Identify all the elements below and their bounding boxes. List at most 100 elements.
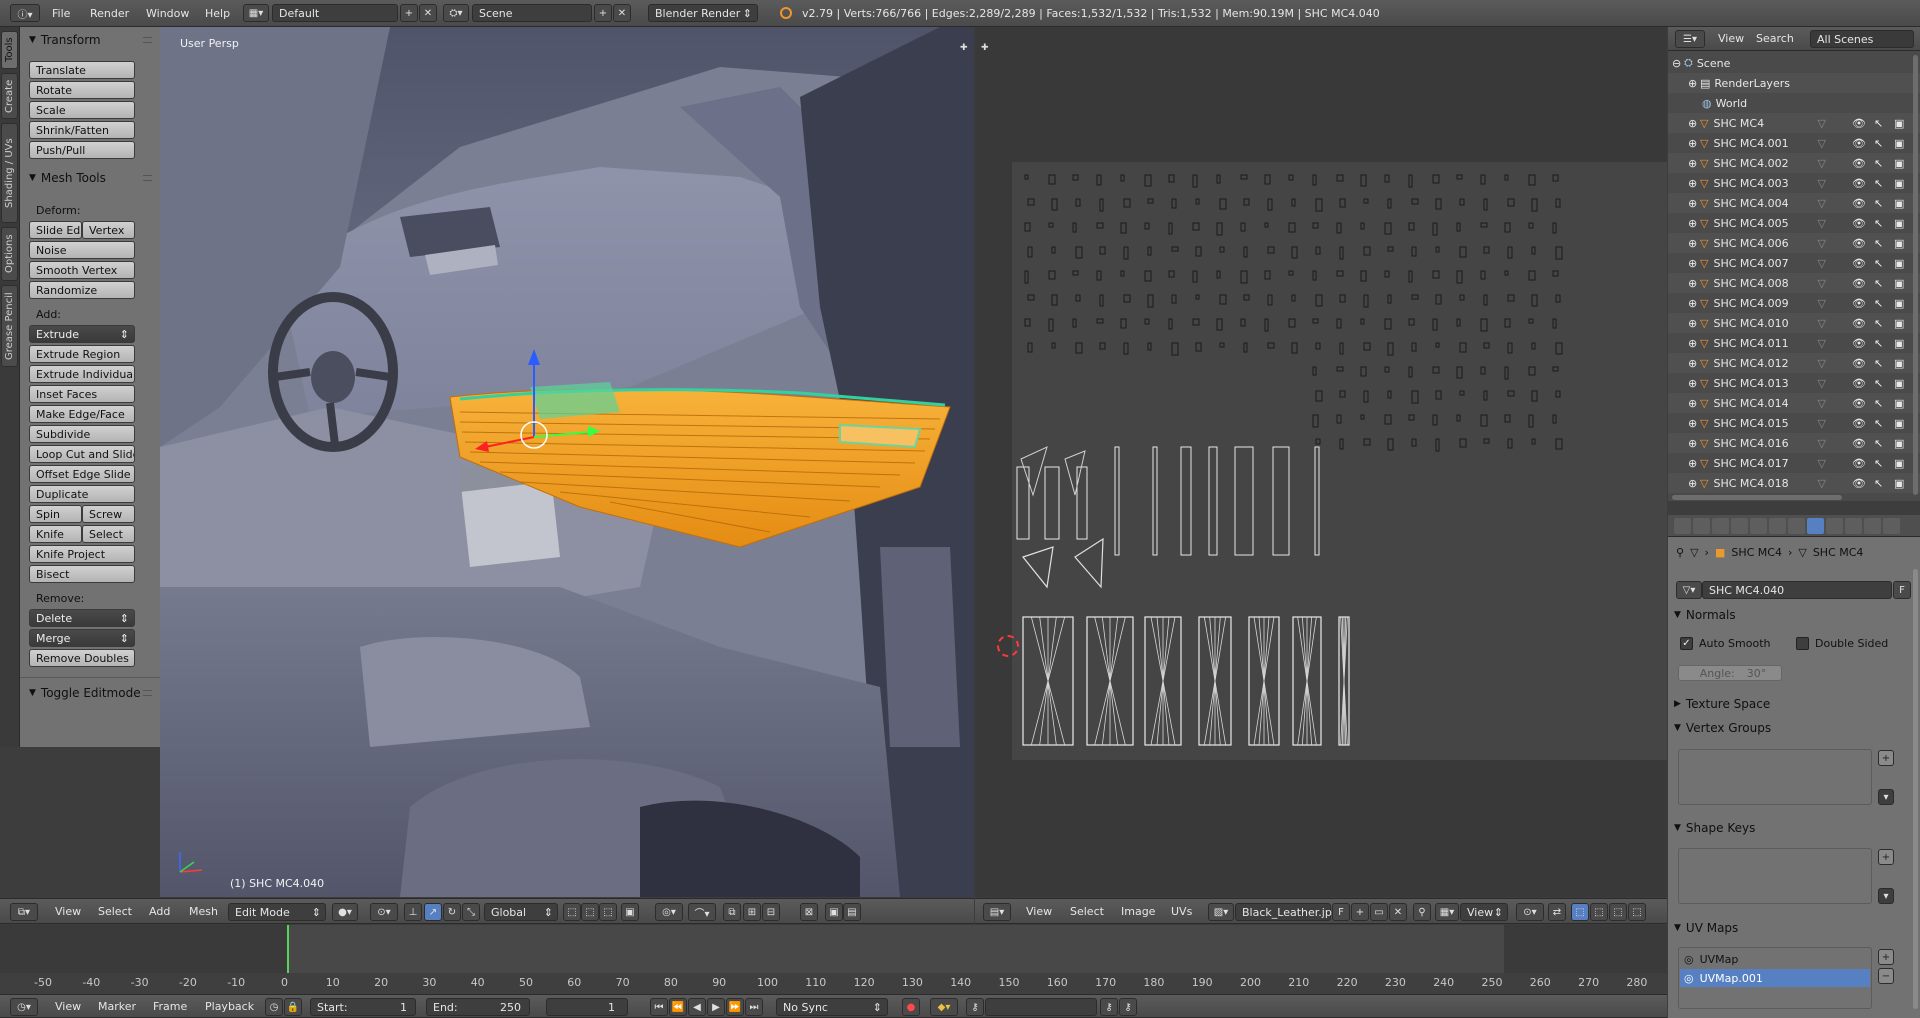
3d-viewport[interactable]: User Persp (1) SHC MC4.040 ✚ xyxy=(160,27,974,897)
vertex-select-icon[interactable]: ⬚ xyxy=(563,903,581,921)
visibility-eye-icon[interactable]: 👁 xyxy=(1852,297,1866,310)
uv-vertex-select-icon[interactable]: ⬚ xyxy=(1571,903,1589,921)
menu-file[interactable]: File xyxy=(52,0,70,26)
renderability-camera-icon[interactable]: ▣ xyxy=(1894,257,1904,270)
selectability-cursor-icon[interactable]: ↖ xyxy=(1874,177,1883,190)
falloff-icon[interactable]: ⌒▾ xyxy=(688,903,716,921)
expand-icon[interactable]: ⊕ xyxy=(1688,277,1700,290)
timeline-menu-view[interactable]: View xyxy=(55,995,81,1017)
tab-grease-pencil[interactable]: Grease Pencil xyxy=(1,285,18,367)
view3d-menu-view[interactable]: View xyxy=(55,899,81,923)
jump-next-keyframe-icon[interactable]: ⏩ xyxy=(726,998,744,1016)
vertex-group-menu-icon[interactable]: ▾ xyxy=(1878,789,1894,805)
expand-icon[interactable]: ⊕ xyxy=(1688,177,1700,190)
texture-space-header[interactable]: ▶ Texture Space xyxy=(1674,694,1906,714)
delete-keyframe-icon[interactable]: ⚷ xyxy=(1119,998,1137,1016)
extrude-individual-button[interactable]: Extrude Individual xyxy=(29,365,135,383)
occlude-geometry-icon[interactable]: ▣ xyxy=(621,903,639,921)
extrude-menu[interactable]: Extrude ⇕ xyxy=(29,325,135,343)
tab-options[interactable]: Options xyxy=(1,227,18,281)
uv-image-editor[interactable]: ✚ xyxy=(975,27,1667,897)
uv-menu-view[interactable]: View xyxy=(1026,899,1052,923)
panel-transform-header[interactable]: ▼ Transform xyxy=(20,30,160,50)
visibility-eye-icon[interactable]: 👁 xyxy=(1852,417,1866,430)
knife-project-button[interactable]: Knife Project xyxy=(29,545,135,563)
expand-icon[interactable]: ⊕ xyxy=(1688,257,1700,270)
outliner-object-row[interactable]: ⊕ ▽ SHC MC4.013 ▽ 👁 ↖ ▣ xyxy=(1668,373,1920,393)
visibility-eye-icon[interactable]: 👁 xyxy=(1852,277,1866,290)
expand-icon[interactable]: ⊕ xyxy=(1688,397,1700,410)
outliner-object-row[interactable]: ⊕ ▽ SHC MC4.016 ▽ 👁 ↖ ▣ xyxy=(1668,433,1920,453)
outliner-vscrollbar[interactable] xyxy=(1913,55,1918,495)
selectability-cursor-icon[interactable]: ↖ xyxy=(1874,137,1883,150)
breadcrumb-mesh[interactable]: SHC MC4 xyxy=(1813,546,1864,559)
texture-tab-icon[interactable] xyxy=(1845,518,1862,534)
uv-editor-type-icon[interactable]: ▤▾ xyxy=(983,903,1011,921)
delete-menu[interactable]: Delete ⇕ xyxy=(29,609,135,627)
vertex-groups-header[interactable]: ▼ Vertex Groups xyxy=(1674,718,1906,738)
remove-layout-icon[interactable]: ✕ xyxy=(419,4,437,22)
proportional-edit-icon[interactable]: ◎▾ xyxy=(655,903,683,921)
add-shape-key-icon[interactable]: + xyxy=(1878,849,1894,865)
noise-button[interactable]: Noise xyxy=(29,241,135,259)
uvmap-001-row[interactable]: ◎ UVMap.001 xyxy=(1680,969,1870,987)
uv-corner-icon[interactable]: ✚ xyxy=(981,43,989,53)
scene-icon[interactable]: ⛭▾ xyxy=(443,4,469,22)
outliner-object-row[interactable]: ⊕ ▽ SHC MC4.010 ▽ 👁 ↖ ▣ xyxy=(1668,313,1920,333)
mode-select[interactable]: Edit Mode ⇕ xyxy=(228,903,326,921)
expand-icon[interactable]: ⊕ xyxy=(1688,297,1700,310)
add-uvmap-icon[interactable]: + xyxy=(1878,949,1894,965)
timeline-menu-frame[interactable]: Frame xyxy=(153,995,187,1017)
render-layers-tab-icon[interactable] xyxy=(1693,518,1710,534)
expand-icon[interactable]: ⊕ xyxy=(1688,317,1700,330)
expand-icon[interactable]: ⊕ xyxy=(1688,137,1700,150)
renderability-camera-icon[interactable]: ▣ xyxy=(1894,397,1904,410)
menu-window[interactable]: Window xyxy=(146,0,189,26)
shrink-fatten-button[interactable]: Shrink/Fatten xyxy=(29,121,135,139)
drag-grip-icon[interactable] xyxy=(143,37,152,43)
constraints-tab-icon[interactable] xyxy=(1769,518,1786,534)
selectability-cursor-icon[interactable]: ↖ xyxy=(1874,257,1883,270)
expand-icon[interactable]: ⊕ xyxy=(1688,477,1700,490)
uv-face-select-icon[interactable]: ⬚ xyxy=(1609,903,1627,921)
renderability-camera-icon[interactable]: ▣ xyxy=(1894,277,1904,290)
timeline-editor[interactable]: -50 -40 -30 -20 -10 0 10 20 30 40 50 60 70 80 90 100 110… xyxy=(0,925,1667,998)
selectability-cursor-icon[interactable]: ↖ xyxy=(1874,457,1883,470)
properties-vscrollbar[interactable] xyxy=(1913,569,1918,1009)
bisect-button[interactable]: Bisect xyxy=(29,565,135,583)
slide-edge-button[interactable]: Slide Ed xyxy=(29,221,82,239)
sync-mode-select[interactable]: No Sync ⇕ xyxy=(776,998,888,1016)
visibility-eye-icon[interactable]: 👁 xyxy=(1852,117,1866,130)
visibility-eye-icon[interactable]: 👁 xyxy=(1852,177,1866,190)
uvmap-row[interactable]: ◎ UVMap xyxy=(1680,950,1870,968)
outliner-editor-icon[interactable]: ☰▾ xyxy=(1675,30,1705,48)
pin-icon[interactable]: ⚲ xyxy=(1676,546,1684,559)
outliner-object-row[interactable]: ⊕ ▽ SHC MC4.003 ▽ 👁 ↖ ▣ xyxy=(1668,173,1920,193)
open-image-icon[interactable]: ▭ xyxy=(1370,903,1388,921)
offset-edge-slide-button[interactable]: Offset Edge Slide xyxy=(29,465,135,483)
selectability-cursor-icon[interactable]: ↖ xyxy=(1874,157,1883,170)
expand-icon[interactable]: ⊕ xyxy=(1688,357,1700,370)
normals-header[interactable]: ▼ Normals xyxy=(1674,605,1906,625)
expand-icon[interactable]: ⊕ xyxy=(1688,237,1700,250)
selectability-cursor-icon[interactable]: ↖ xyxy=(1874,317,1883,330)
renderability-camera-icon[interactable]: ▣ xyxy=(1894,437,1904,450)
renderability-camera-icon[interactable]: ▣ xyxy=(1894,477,1904,490)
rotate-manipulator-icon[interactable]: ↻ xyxy=(443,903,461,921)
insert-keyframe-icon[interactable]: ⚷ xyxy=(1100,998,1118,1016)
push-pull-button[interactable]: Push/Pull xyxy=(29,141,135,159)
subdivide-button[interactable]: Subdivide xyxy=(29,425,135,443)
outliner-object-row[interactable]: ⊕ ▽ SHC MC4.012 ▽ 👁 ↖ ▣ xyxy=(1668,353,1920,373)
knife-select-button[interactable]: Select xyxy=(82,525,135,543)
renderability-camera-icon[interactable]: ▣ xyxy=(1894,417,1904,430)
keying-set-picker-icon[interactable]: ⚷ xyxy=(966,998,984,1016)
renderability-camera-icon[interactable]: ▣ xyxy=(1894,137,1904,150)
outliner-object-row[interactable]: ⊕ ▽ SHC MC4.018 ▽ 👁 ↖ ▣ xyxy=(1668,473,1920,493)
lock-icon[interactable]: 🔒 xyxy=(284,998,302,1016)
visibility-eye-icon[interactable]: 👁 xyxy=(1852,397,1866,410)
uv-menu-select[interactable]: Select xyxy=(1070,899,1104,923)
spin-button[interactable]: Spin xyxy=(29,505,82,523)
particles-tab-icon[interactable] xyxy=(1864,518,1881,534)
menu-help[interactable]: Help xyxy=(205,0,230,26)
selectability-cursor-icon[interactable]: ↖ xyxy=(1874,417,1883,430)
